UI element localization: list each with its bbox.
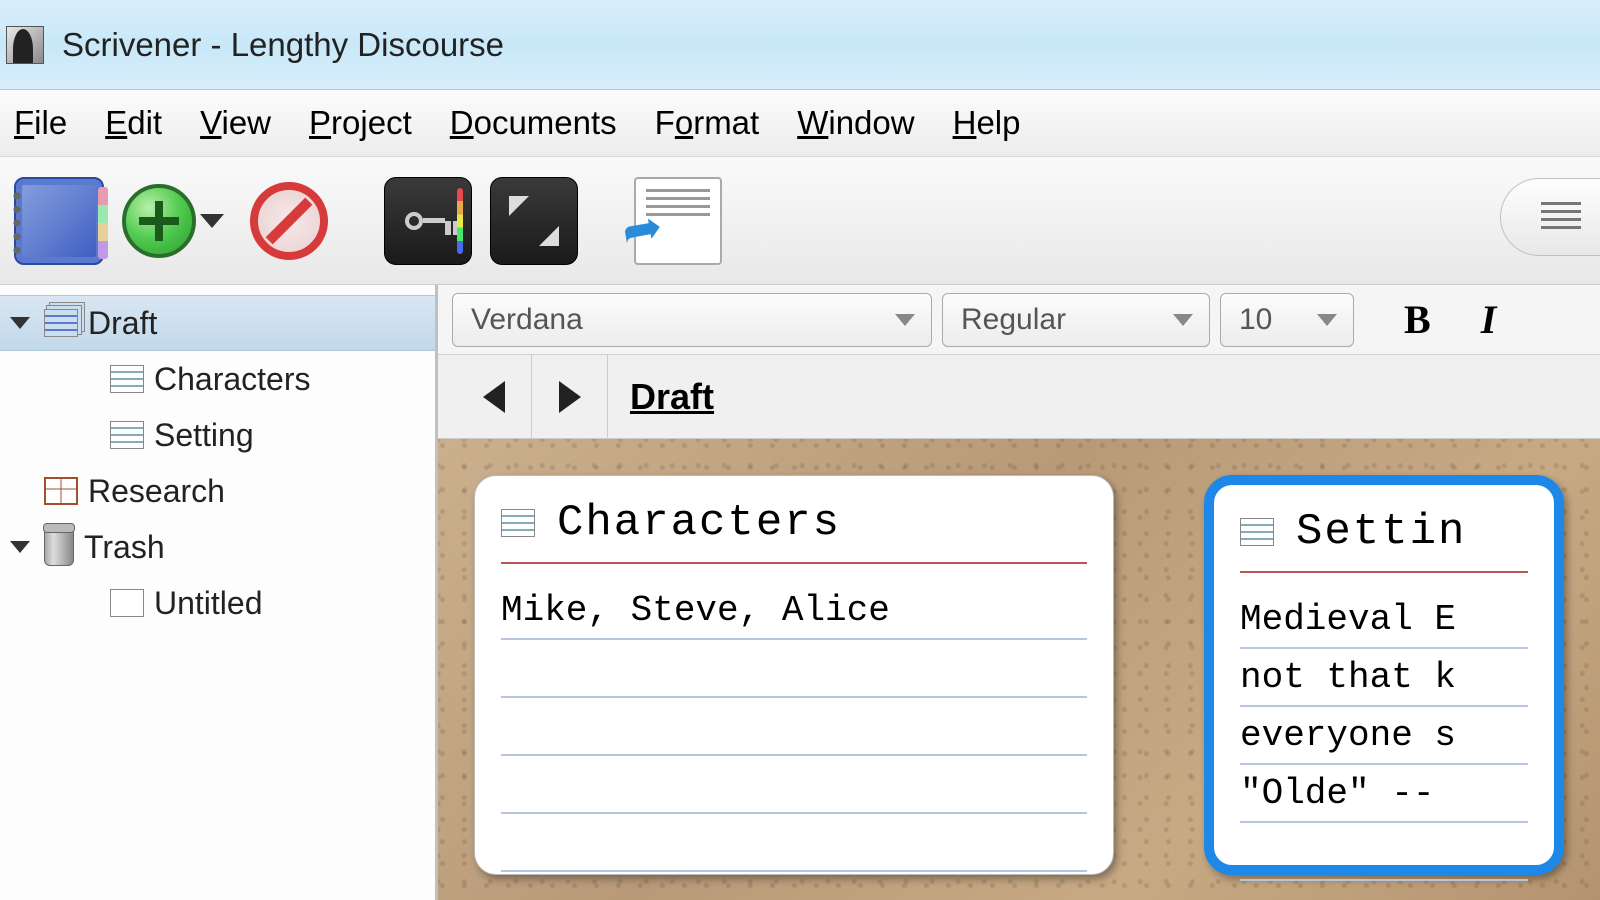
nav-forward-button[interactable] — [532, 355, 608, 438]
menu-bar: File Edit View Project Documents Format … — [0, 90, 1600, 157]
add-item-dropdown-icon[interactable] — [200, 214, 224, 228]
document-icon — [110, 365, 144, 393]
app-icon — [6, 26, 44, 64]
card-header: Settin — [1240, 507, 1528, 573]
chevron-down-icon — [1317, 314, 1337, 326]
chevron-down-icon — [895, 314, 915, 326]
delete-button[interactable] — [250, 182, 328, 260]
menu-documents[interactable]: Documents — [450, 104, 617, 142]
menu-view[interactable]: View — [200, 104, 271, 142]
window-title: Scrivener - Lengthy Discourse — [62, 26, 504, 64]
menu-documents-rest: ocuments — [474, 104, 617, 141]
key-icon — [405, 212, 451, 230]
binder-item-untitled[interactable]: Untitled — [0, 575, 435, 631]
binder-label-setting: Setting — [154, 417, 254, 454]
card-title[interactable]: Settin — [1296, 507, 1466, 557]
font-size-value: 10 — [1239, 303, 1272, 337]
document-icon — [110, 421, 144, 449]
trash-icon — [44, 528, 74, 566]
card-title[interactable]: Characters — [557, 498, 841, 548]
document-icon — [1240, 518, 1274, 546]
add-item-button[interactable] — [122, 184, 196, 258]
bold-button[interactable]: B — [1404, 296, 1431, 343]
research-icon — [44, 477, 78, 505]
menu-file[interactable]: File — [14, 104, 67, 142]
binder-item-draft[interactable]: Draft — [0, 295, 435, 351]
font-family-select[interactable]: Verdana — [452, 293, 932, 347]
window-titlebar: Scrivener - Lengthy Discourse — [0, 0, 1600, 90]
menu-format-pre: F — [655, 104, 675, 141]
document-icon — [501, 509, 535, 537]
binder-label-trash: Trash — [84, 529, 165, 566]
menu-edit-rest: dit — [127, 104, 162, 141]
card-header: Characters — [501, 498, 1087, 564]
font-family-value: Verdana — [471, 303, 583, 337]
menu-format[interactable]: Format — [655, 104, 760, 142]
folder-icon — [44, 309, 78, 337]
font-style-value: Regular — [961, 303, 1066, 337]
chevron-down-icon — [1173, 314, 1193, 326]
fullscreen-icon — [509, 196, 559, 246]
blank-document-icon — [110, 589, 144, 617]
main-toolbar: ➦ — [0, 157, 1600, 285]
menu-window[interactable]: Window — [797, 104, 914, 142]
menu-help[interactable]: Help — [953, 104, 1021, 142]
binder-item-setting[interactable]: Setting — [0, 407, 435, 463]
triangle-right-icon — [559, 381, 581, 413]
arrow-icon: ➦ — [617, 197, 666, 259]
editor-nav-bar: Draft — [438, 355, 1600, 439]
menu-project[interactable]: Project — [309, 104, 412, 142]
menu-edit[interactable]: Edit — [105, 104, 162, 142]
format-bar: Verdana Regular 10 B I — [438, 285, 1600, 355]
menu-format-rest: rmat — [693, 104, 759, 141]
index-card-characters[interactable]: Characters Mike, Steve, Alice — [474, 475, 1114, 875]
font-style-select[interactable]: Regular — [942, 293, 1210, 347]
compile-button[interactable]: ➦ — [634, 177, 722, 265]
binder-item-characters[interactable]: Characters — [0, 351, 435, 407]
menu-project-rest: roject — [331, 104, 412, 141]
index-card-setting[interactable]: Settin Medieval E not that k everyone s … — [1204, 475, 1564, 875]
binder-label-untitled: Untitled — [154, 585, 263, 622]
binder-item-research[interactable]: Research — [0, 463, 435, 519]
main-split: Draft Characters Setting Research Trash … — [0, 285, 1600, 900]
binder-label-draft: Draft — [88, 305, 157, 342]
card-synopsis[interactable]: Medieval E not that k everyone s "Olde" … — [1240, 591, 1528, 881]
nav-back-button[interactable] — [456, 355, 532, 438]
font-size-select[interactable]: 10 — [1220, 293, 1354, 347]
editor-pane: Verdana Regular 10 B I Draft — [438, 285, 1600, 900]
card-synopsis[interactable]: Mike, Steve, Alice — [501, 582, 1087, 872]
corkboard-view[interactable]: Characters Mike, Steve, Alice Settin Med… — [438, 439, 1600, 900]
menu-window-rest: indow — [828, 104, 914, 141]
binder-label-research: Research — [88, 473, 225, 510]
menu-help-rest: elp — [976, 104, 1020, 141]
view-mode-toggle[interactable] — [1500, 178, 1600, 256]
disclosure-triangle-icon[interactable] — [10, 541, 30, 553]
menu-file-rest: ile — [34, 104, 67, 141]
fullscreen-button[interactable] — [490, 177, 578, 265]
menu-view-rest: iew — [222, 104, 272, 141]
triangle-left-icon — [483, 381, 505, 413]
binder-label-characters: Characters — [154, 361, 311, 398]
binder-item-trash[interactable]: Trash — [0, 519, 435, 575]
binder-sidebar: Draft Characters Setting Research Trash … — [0, 285, 438, 900]
disclosure-triangle-icon[interactable] — [10, 317, 30, 329]
keywords-button[interactable] — [384, 177, 472, 265]
breadcrumb-current[interactable]: Draft — [608, 376, 714, 418]
binder-toggle-button[interactable] — [14, 177, 104, 265]
outline-icon — [1541, 202, 1581, 232]
italic-button[interactable]: I — [1481, 296, 1497, 343]
